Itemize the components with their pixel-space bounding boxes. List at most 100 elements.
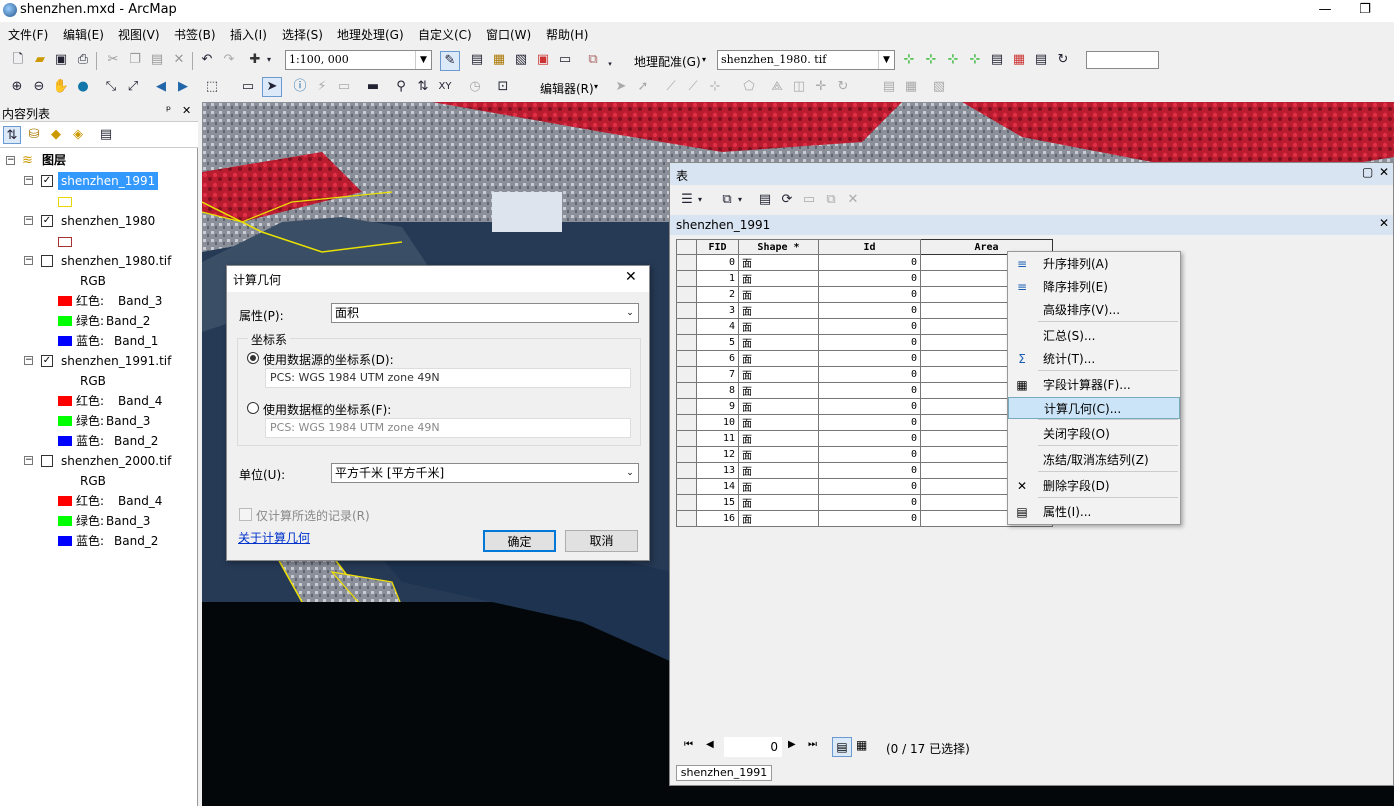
- view-link-table-icon[interactable]: ▦: [1010, 51, 1028, 69]
- add-data-icon[interactable]: ✚: [246, 51, 264, 69]
- cell-shape[interactable]: 面: [738, 414, 819, 431]
- undo-icon[interactable]: ↶: [198, 51, 216, 69]
- row-selector[interactable]: [676, 446, 697, 463]
- toc-root-layers[interactable]: 图层: [42, 151, 66, 169]
- use-source-coordinate-option[interactable]: 使用数据源的坐标系(D):: [263, 351, 394, 368]
- collapse-icon[interactable]: −: [24, 456, 33, 465]
- time-slider-icon[interactable]: ◷: [466, 78, 484, 96]
- row-selector[interactable]: [676, 478, 697, 495]
- next-record-icon[interactable]: ▶: [788, 739, 796, 750]
- create-viewer-icon[interactable]: ⊡: [494, 78, 512, 96]
- link-table-icon[interactable]: ▤: [1032, 51, 1050, 69]
- cell-shape[interactable]: 面: [738, 350, 819, 367]
- cell-fid[interactable]: 13: [696, 462, 739, 479]
- row-selector[interactable]: [676, 430, 697, 447]
- search-window-icon[interactable]: ▧: [512, 51, 530, 69]
- units-select[interactable]: 平方千米 [平方千米] ⌄: [331, 463, 639, 483]
- control-point-icon[interactable]: ⊹: [922, 51, 940, 69]
- cell-fid[interactable]: 0: [696, 254, 739, 271]
- list-by-source-icon[interactable]: ⛁: [25, 126, 43, 144]
- row-selector[interactable]: [676, 254, 697, 271]
- cell-shape[interactable]: 面: [738, 270, 819, 287]
- list-by-visibility-icon[interactable]: ◆: [47, 126, 65, 144]
- context-menu-item[interactable]: Σ 统计(T)...: [1008, 348, 1180, 370]
- back-extent-icon[interactable]: ◀: [152, 78, 170, 96]
- context-menu-item[interactable]: 冻结/取消冻结列(Z): [1008, 449, 1180, 471]
- cell-id[interactable]: 0: [818, 382, 921, 399]
- row-selector[interactable]: [676, 334, 697, 351]
- row-selector[interactable]: [676, 350, 697, 367]
- row-selector[interactable]: [676, 302, 697, 319]
- identify-icon[interactable]: ⓘ: [291, 78, 309, 96]
- cell-fid[interactable]: 9: [696, 398, 739, 415]
- select-features-icon[interactable]: ⬚: [203, 78, 221, 96]
- radio-unselected-icon[interactable]: [247, 402, 259, 414]
- cell-shape[interactable]: 面: [738, 446, 819, 463]
- ok-button[interactable]: 确定: [483, 530, 556, 552]
- cell-id[interactable]: 0: [818, 350, 921, 367]
- toc-layer-name[interactable]: shenzhen_1991: [58, 172, 159, 190]
- print-icon[interactable]: ⎙: [74, 51, 92, 69]
- row-selector[interactable]: [676, 270, 697, 287]
- cell-fid[interactable]: 3: [696, 302, 739, 319]
- arctoolbox-icon[interactable]: ▣: [534, 51, 552, 69]
- zoom-to-selected-link-icon[interactable]: ▤: [988, 51, 1006, 69]
- previous-record-icon[interactable]: ◀: [706, 739, 714, 750]
- new-document-icon[interactable]: 🗋: [9, 51, 27, 69]
- show-all-records-icon[interactable]: ▤: [832, 737, 852, 757]
- cell-shape[interactable]: 面: [738, 382, 819, 399]
- cell-fid[interactable]: 4: [696, 318, 739, 335]
- cell-id[interactable]: 0: [818, 510, 921, 527]
- cell-id[interactable]: 0: [818, 254, 921, 271]
- table-row[interactable]: 0面011: [676, 254, 1053, 271]
- table-options-icon[interactable]: ☰: [678, 191, 696, 209]
- close-icon[interactable]: ✕: [1379, 216, 1389, 230]
- point-icon[interactable]: ⊹: [706, 78, 724, 96]
- first-record-icon[interactable]: ⏮: [684, 739, 693, 750]
- select-link-icon[interactable]: ⊹: [944, 51, 962, 69]
- collapse-icon[interactable]: −: [24, 356, 33, 365]
- toc-layer-name[interactable]: shenzhen_1980: [61, 212, 155, 230]
- table-row[interactable]: 6面0: [676, 350, 1053, 367]
- fixed-zoom-in-icon[interactable]: ⤡: [102, 78, 120, 96]
- context-menu-item[interactable]: ▤ 属性(I)...: [1008, 501, 1180, 523]
- table-window-icon[interactable]: ▤: [468, 51, 486, 69]
- table-row[interactable]: 15 面 0: [676, 494, 1053, 511]
- hyperlink-icon[interactable]: ⚡: [313, 78, 331, 96]
- create-features-icon[interactable]: ▧: [930, 78, 948, 96]
- show-selected-records-icon[interactable]: ▦: [856, 738, 867, 752]
- rotate-icon[interactable]: ↻: [1054, 51, 1072, 69]
- list-by-drawing-order-icon[interactable]: ⇅: [3, 126, 21, 144]
- row-selector[interactable]: [676, 510, 697, 527]
- cell-id[interactable]: 0: [818, 366, 921, 383]
- related-tables-icon[interactable]: ⧉: [718, 191, 736, 209]
- open-folder-icon[interactable]: ▰: [31, 51, 49, 69]
- editor-menu-label[interactable]: 编辑器(R): [540, 80, 594, 97]
- go-to-xy-icon[interactable]: XY: [436, 78, 454, 96]
- table-row[interactable]: 7面0: [676, 366, 1053, 383]
- clear-selection-icon[interactable]: ▭: [239, 78, 257, 96]
- table-row[interactable]: 8面01: [676, 382, 1053, 399]
- split-icon[interactable]: ✛: [812, 78, 830, 96]
- cell-id[interactable]: 0: [818, 286, 921, 303]
- collapse-icon[interactable]: −: [24, 176, 33, 185]
- collapse-icon[interactable]: −: [24, 216, 33, 225]
- georef-menu-label[interactable]: 地理配准(G): [634, 53, 701, 70]
- table-row[interactable]: 16 面 0: [676, 510, 1053, 527]
- context-menu-item[interactable]: ≡ 降序排列(E): [1008, 276, 1180, 298]
- sketch-properties-icon[interactable]: ▦: [902, 78, 920, 96]
- polygon-symbol-swatch[interactable]: [58, 237, 72, 247]
- chevron-down-icon[interactable]: ▾: [606, 55, 614, 73]
- cell-shape[interactable]: 面: [738, 478, 819, 495]
- delete-selected-icon[interactable]: ✕: [844, 191, 862, 209]
- edit-vertices-icon[interactable]: ⬠: [740, 78, 758, 96]
- cell-fid[interactable]: 14: [696, 478, 739, 495]
- rotate-angle-input[interactable]: [1086, 51, 1159, 69]
- close-icon[interactable]: ✕: [1379, 165, 1389, 179]
- cell-id[interactable]: 0: [818, 462, 921, 479]
- cell-id[interactable]: 0: [818, 478, 921, 495]
- cell-id[interactable]: 0: [818, 270, 921, 287]
- forward-extent-icon[interactable]: ▶: [174, 78, 192, 96]
- table-row[interactable]: 11 面 0: [676, 430, 1053, 447]
- cell-fid[interactable]: 16: [696, 510, 739, 527]
